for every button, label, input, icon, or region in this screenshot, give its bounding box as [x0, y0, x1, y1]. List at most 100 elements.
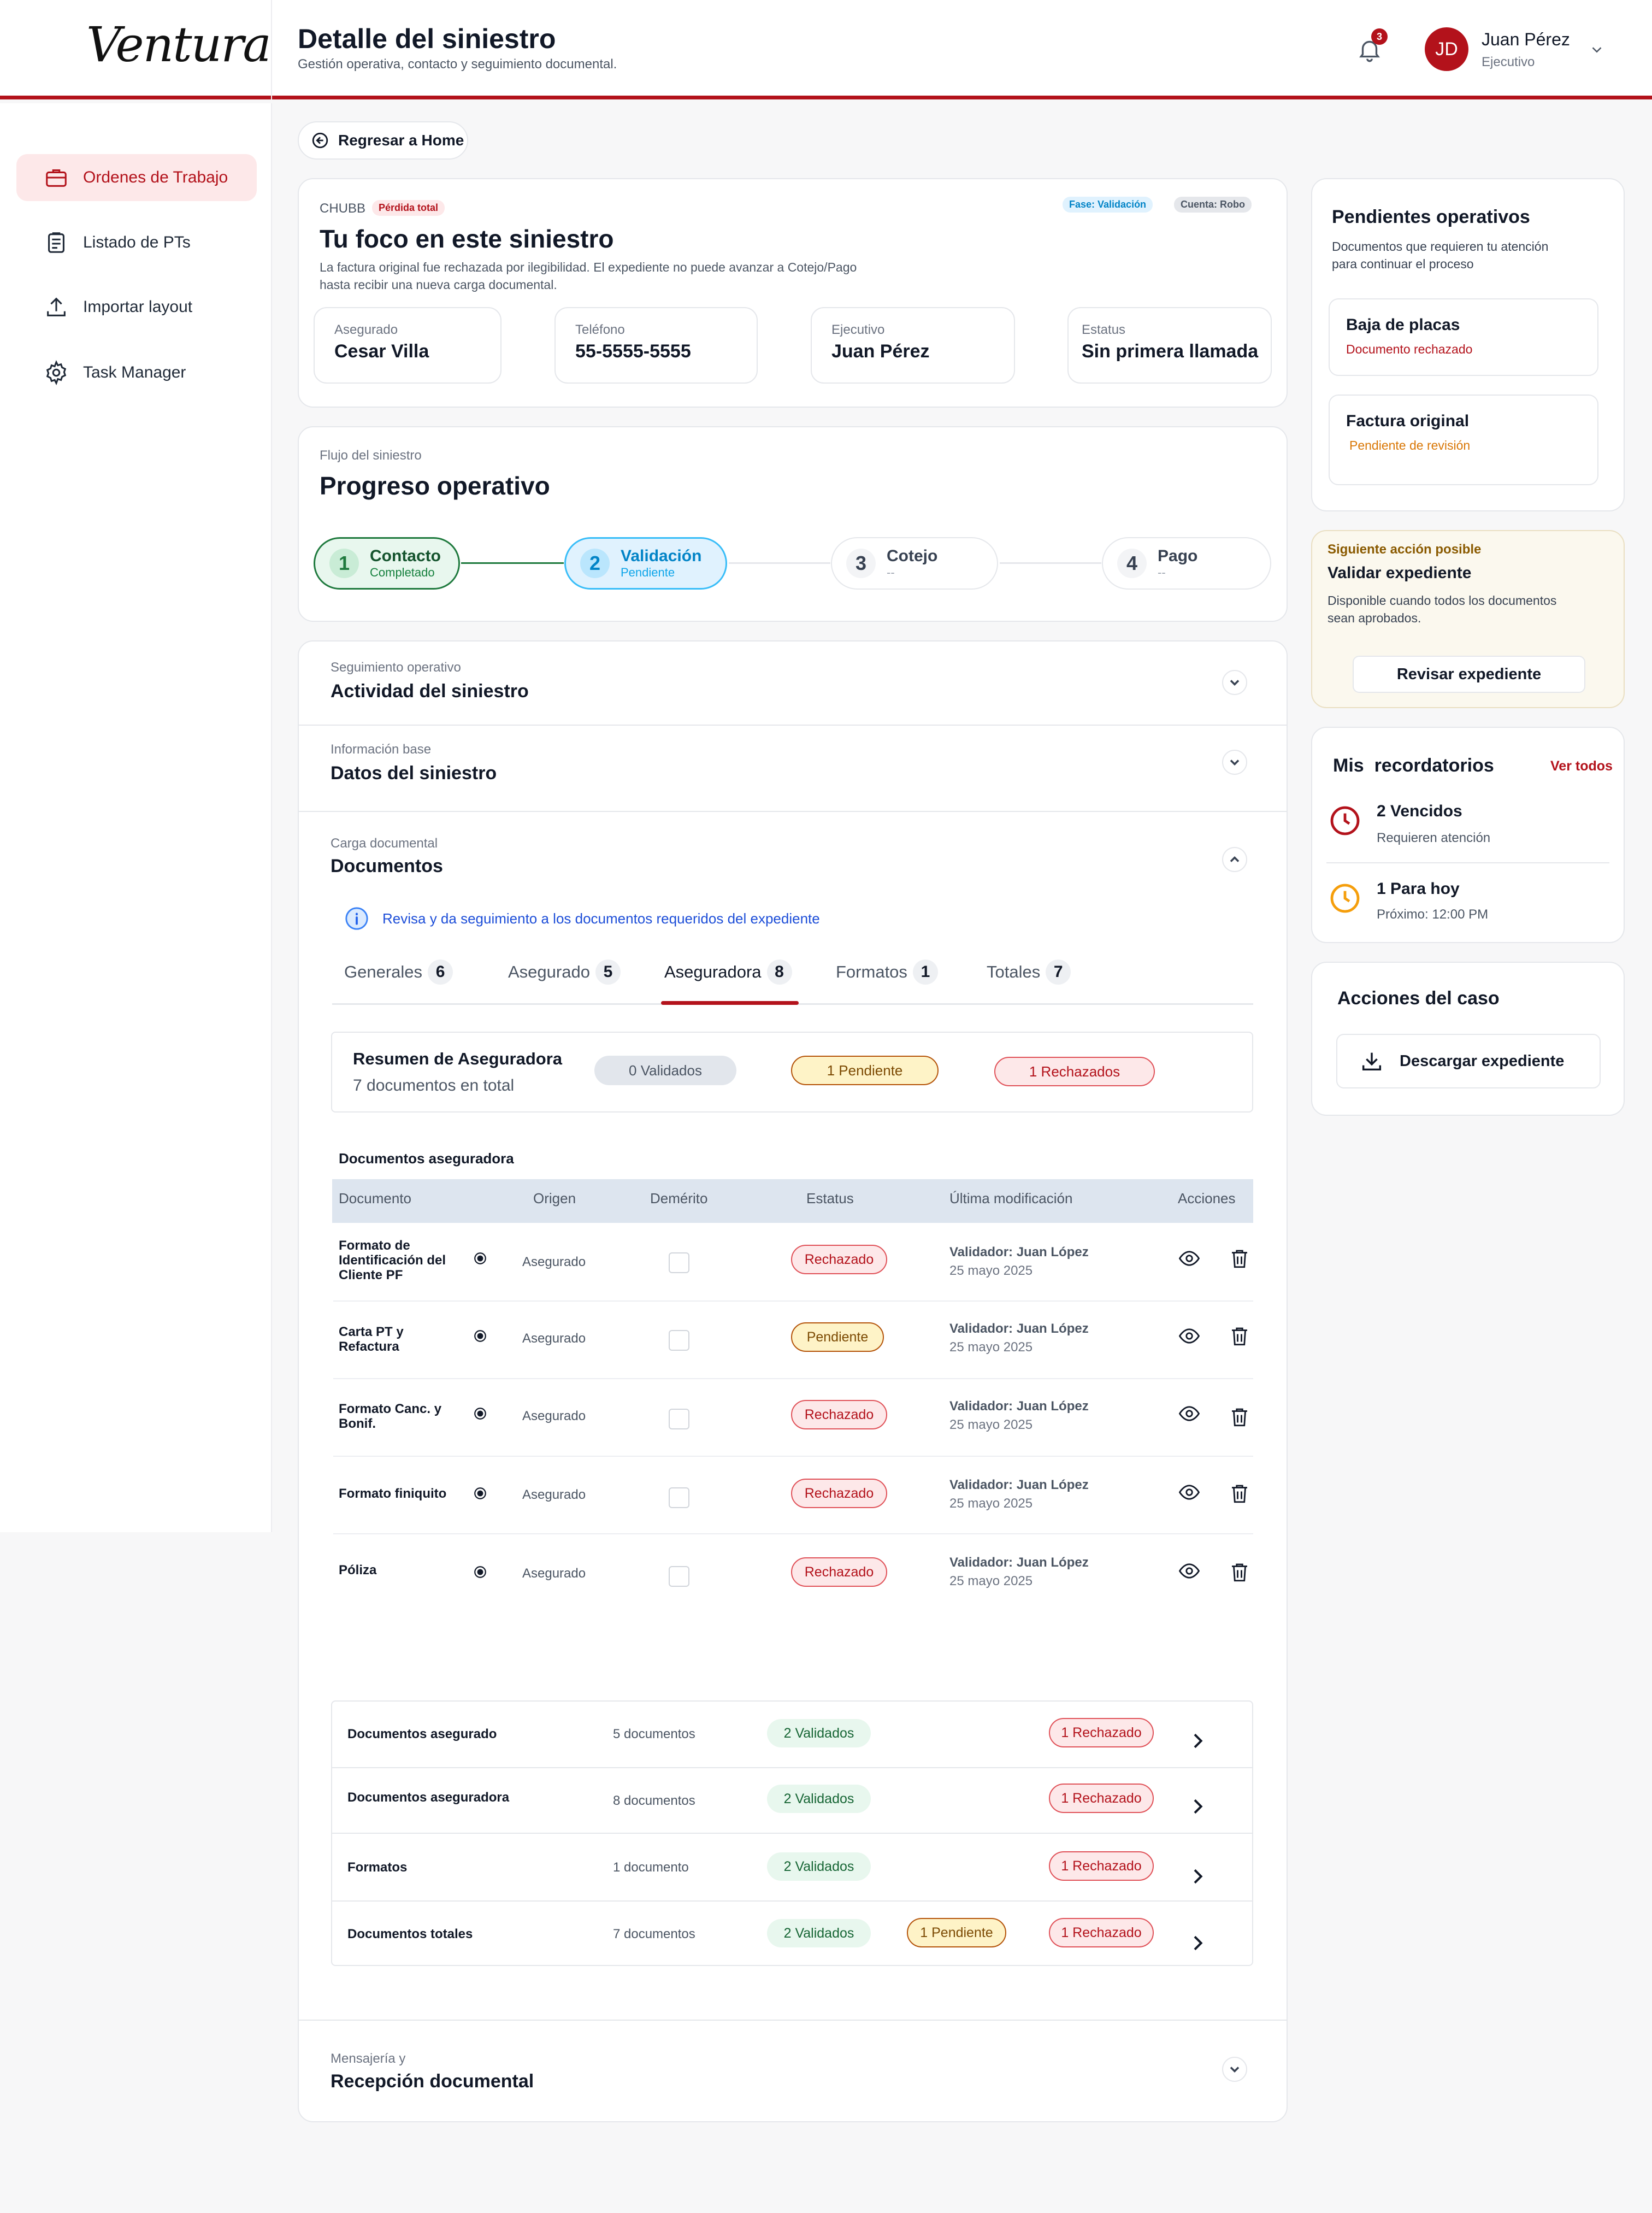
- tab-aseguradora[interactable]: Aseguradora 8: [664, 960, 792, 985]
- step-title: Validación: [621, 547, 702, 565]
- eye-icon[interactable]: [1178, 1325, 1201, 1347]
- radio-icon[interactable]: [473, 1329, 487, 1343]
- active-tab-indicator: [661, 1001, 799, 1005]
- step-cotejo[interactable]: 3 Cotejo --: [831, 537, 998, 590]
- tab-asegurado[interactable]: Asegurado 5: [508, 960, 621, 985]
- step-validacion[interactable]: 2 Validación Pendiente: [564, 537, 727, 590]
- sidebar-item-task-manager[interactable]: Task Manager: [16, 349, 257, 396]
- radio-icon[interactable]: [473, 1565, 487, 1579]
- clock-icon: [1330, 884, 1360, 913]
- focus-description: La factura original fue rechazada por il…: [320, 260, 857, 274]
- step-pago[interactable]: 4 Pago --: [1102, 537, 1271, 590]
- sidebar-item-label: Ordenes de Trabajo: [83, 168, 228, 186]
- trash-icon[interactable]: [1228, 1405, 1251, 1428]
- chevron-right-icon[interactable]: [1187, 1730, 1208, 1752]
- summary-subtitle: 7 documentos en total: [353, 1076, 515, 1094]
- validator-text: Validador: Juan López: [949, 1321, 1089, 1336]
- case-actions-card: Acciones del caso Descargar expediente: [1311, 962, 1625, 1116]
- demerito-checkbox[interactable]: [669, 1487, 689, 1508]
- trash-icon[interactable]: [1228, 1247, 1251, 1270]
- eye-icon[interactable]: [1178, 1247, 1201, 1270]
- pending-item[interactable]: Factura original Pendiente de revisión: [1329, 395, 1598, 485]
- field-value: Cesar Villa: [334, 341, 429, 362]
- group-count: 1 documento: [613, 1860, 689, 1875]
- info-asegurado: Asegurado Cesar Villa: [314, 307, 502, 384]
- doc-name-line: Formato de: [339, 1238, 410, 1253]
- demerito-checkbox[interactable]: [669, 1409, 689, 1429]
- step-title: Contacto: [370, 547, 441, 565]
- date-text: 25 mayo 2025: [949, 1417, 1033, 1432]
- group-separator: [332, 1900, 1252, 1902]
- col-documento: Documento: [339, 1190, 411, 1206]
- group-validated: 2 Validados: [767, 1852, 871, 1881]
- field-label: Estatus: [1082, 322, 1126, 337]
- demerito-checkbox[interactable]: [669, 1330, 689, 1351]
- upload-icon: [47, 297, 66, 316]
- trash-icon[interactable]: [1228, 1561, 1251, 1584]
- doc-name-line: Carta PT y: [339, 1325, 404, 1339]
- pending-ops-desc: para continuar el proceso: [1332, 257, 1474, 271]
- tab-count: 5: [595, 960, 621, 985]
- radio-icon[interactable]: [473, 1251, 487, 1266]
- step-contacto[interactable]: 1 Contacto Completado: [314, 537, 460, 590]
- sidebar-item-ordenes[interactable]: Ordenes de Trabajo: [16, 154, 257, 201]
- review-file-button[interactable]: Revisar expediente: [1353, 656, 1585, 693]
- reminder-sub: Próximo: 12:00 PM: [1377, 907, 1489, 922]
- tab-generales[interactable]: Generales 6: [344, 960, 453, 985]
- chevron-up-icon[interactable]: [1222, 847, 1247, 872]
- download-file-button[interactable]: Descargar expediente: [1336, 1034, 1601, 1088]
- avatar[interactable]: JD: [1425, 27, 1468, 71]
- chevron-right-icon[interactable]: [1187, 1932, 1208, 1954]
- step-number: 2: [580, 549, 610, 578]
- tab-formatos[interactable]: Formatos 1: [836, 960, 938, 985]
- eye-icon[interactable]: [1178, 1481, 1201, 1504]
- field-label: Asegurado: [334, 322, 398, 337]
- reminder-divider: [1326, 862, 1609, 863]
- see-all-link[interactable]: Ver todos: [1550, 758, 1613, 774]
- tab-totales[interactable]: Totales 7: [987, 960, 1071, 985]
- col-acciones: Acciones: [1178, 1190, 1236, 1206]
- chevron-down-icon[interactable]: [1588, 42, 1606, 58]
- trash-icon[interactable]: [1228, 1482, 1251, 1505]
- validator-text: Validador: Juan López: [949, 1245, 1089, 1259]
- eye-icon[interactable]: [1178, 1559, 1201, 1582]
- chevron-down-icon[interactable]: [1222, 750, 1247, 775]
- chevron-down-icon[interactable]: [1222, 670, 1247, 695]
- status-badge: Rechazado: [791, 1557, 887, 1587]
- radio-icon[interactable]: [473, 1486, 487, 1500]
- sidebar-item-listado[interactable]: Listado de PTs: [16, 219, 257, 266]
- messaging-accordion[interactable]: Mensajería y Recepción documental: [299, 2020, 1287, 2121]
- chevron-right-icon[interactable]: [1187, 1796, 1208, 1817]
- account-tag: Cuenta: Robo: [1174, 197, 1252, 213]
- docs-accordion[interactable]: Carga documental Documentos: [299, 812, 1287, 888]
- download-icon: [1362, 1052, 1382, 1071]
- pending-pill: 1 Pendiente: [791, 1056, 939, 1085]
- group-pending: 1 Pendiente: [907, 1918, 1006, 1947]
- field-value: 55-5555-5555: [575, 341, 691, 362]
- ventura-logo[interactable]: Ventura: [86, 16, 272, 73]
- rejected-pill: 1 Rechazados: [994, 1057, 1155, 1086]
- activity-accordion[interactable]: Seguimiento operativo Actividad del sini…: [299, 641, 1287, 726]
- field-label: Teléfono: [575, 322, 625, 337]
- trash-icon[interactable]: [1228, 1325, 1251, 1347]
- page-title: Detalle del siniestro: [298, 23, 556, 54]
- pending-item[interactable]: Baja de placas Documento rechazado: [1329, 298, 1598, 376]
- doc-name-line: Formato finiquito: [339, 1486, 447, 1501]
- info-estatus: Estatus Sin primera llamada: [1067, 307, 1272, 384]
- sidebar-item-label: Listado de PTs: [83, 233, 191, 251]
- data-accordion[interactable]: Información base Datos del siniestro: [299, 726, 1287, 812]
- page-subtitle: Gestión operativa, contacto y seguimient…: [298, 57, 617, 72]
- flow-card: Flujo del siniestro Progreso operativo: [298, 426, 1288, 622]
- radio-icon[interactable]: [473, 1406, 487, 1421]
- status-badge: Rechazado: [791, 1479, 887, 1508]
- sidebar-item-importar[interactable]: Importar layout: [16, 284, 257, 331]
- chevron-down-icon[interactable]: [1222, 2057, 1247, 2082]
- eye-icon[interactable]: [1178, 1402, 1201, 1425]
- col-demerito: Demérito: [650, 1190, 708, 1206]
- demerito-checkbox[interactable]: [669, 1252, 689, 1273]
- back-home-button[interactable]: Regresar a Home: [298, 121, 468, 160]
- tab-label: Aseguradora: [664, 962, 762, 981]
- tab-count: 6: [428, 960, 453, 985]
- chevron-right-icon[interactable]: [1187, 1865, 1208, 1887]
- demerito-checkbox[interactable]: [669, 1566, 689, 1587]
